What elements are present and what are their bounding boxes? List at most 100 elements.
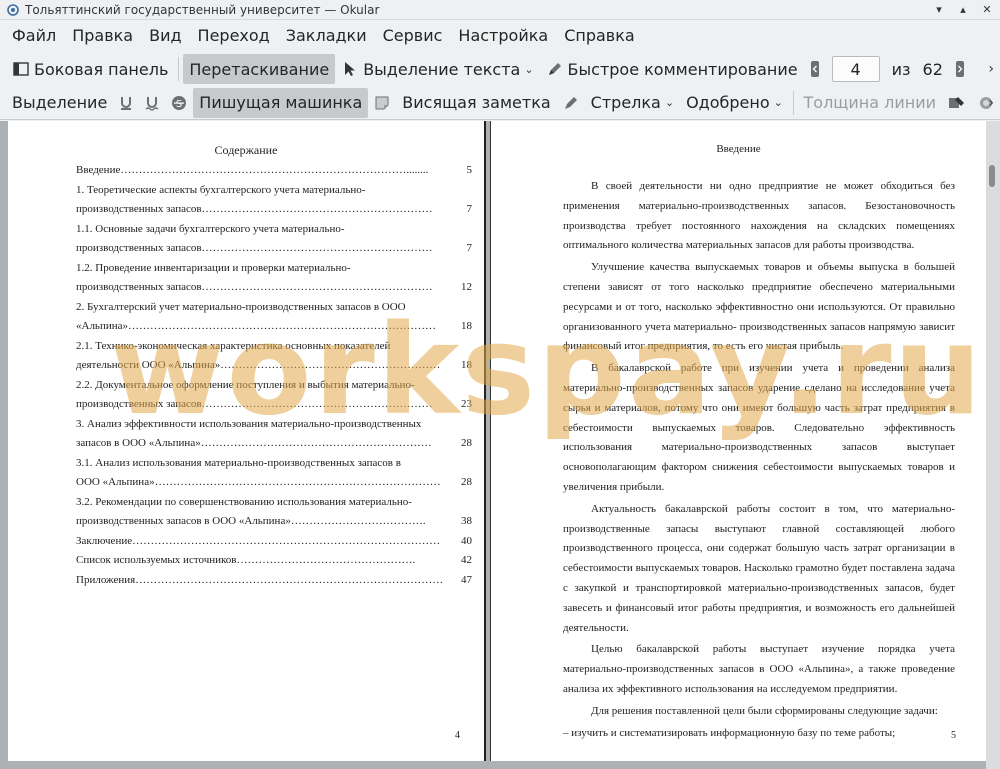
annotation-toolbar: Выделение S Пишущая машинка Висящая заме… [0,86,1000,120]
toc-row: Введение……………………………………………………………………......… [76,161,472,181]
toc-entry-page: 7 [466,203,473,215]
toc-row: 1.1. Основные задачи бухгалтерского учет… [76,220,472,240]
toc-entry-text: производственных запасов…………………………………………… [76,242,433,254]
toc-entry-page: 42 [461,554,472,566]
menu-file[interactable]: Файл [4,21,64,51]
window-controls: ▾ ▴ ✕ [932,3,994,17]
toc-entry-text: Список используемых источников…………………………… [76,554,416,566]
toc-entry-text: 1.2. Проведение инвентаризации и проверк… [76,261,351,274]
toc-row: 2.1. Технико-экономическая характеристик… [76,337,472,357]
squiggly-underline-icon[interactable] [139,88,165,118]
arrow-tool-button[interactable]: Стрелка ⌄ [585,88,680,118]
opacity-icon[interactable] [972,88,1000,118]
popup-note-tool-button[interactable]: Висящая заметка [396,88,556,118]
menu-edit[interactable]: Правка [64,21,141,51]
menu-view[interactable]: Вид [141,21,189,51]
toc-entry-page: 5 [466,164,473,176]
main-toolbar: Боковая панель Перетаскивание Выделение … [0,52,1000,86]
typewriter-tool-button[interactable]: Пишущая машинка [193,87,369,118]
minimize-icon[interactable]: ▾ [932,3,946,17]
toc-entry-text: деятельности ООО «Альпина»……………………………………… [76,359,441,371]
text-select-tool-button[interactable]: Выделение текста ⌄ [335,54,539,84]
maximize-icon[interactable]: ▴ [956,3,970,17]
toc-row: производственных запасов…………………………………………… [76,395,472,415]
toc-row: 2.2. Документальное оформление поступлен… [76,376,472,396]
toc-entry-text: 1. Теоретические аспекты бухгалтерского … [76,183,366,196]
menu-settings[interactable]: Настройка [450,21,556,51]
toc-entry-text: 3.1. Анализ использования материально-пр… [76,456,401,469]
toc-row: 1.2. Проведение инвентаризации и проверк… [76,259,472,279]
body-paragraph: Актуальность бакалаврской работы состоит… [563,502,955,634]
svg-text:S: S [176,99,182,110]
intro-body: В своей деятельности ни одно предприятие… [563,177,955,745]
toolbar-overflow-icon[interactable]: › [988,61,994,77]
toc-entry-page: 28 [461,476,472,488]
toolbar-separator [792,90,794,115]
chevron-down-icon[interactable]: ⌄ [774,96,783,109]
underline-icon[interactable] [113,88,139,118]
scrollbar-thumb[interactable] [989,165,995,187]
toc-entry-page: 47 [461,573,472,586]
quick-annotation-button[interactable]: Быстрое комментирование [540,54,804,84]
document-view[interactable]: Содержание Введение………………………………………………………… [0,121,1000,769]
intro-heading: Введение [716,143,761,155]
strikeout-icon[interactable]: S [165,88,193,118]
toc-entry-text: 3.2. Рекомендации по совершенствованию и… [76,495,412,508]
chevron-down-icon[interactable]: ⌄ [665,96,674,109]
body-paragraph: Целью бакалаврской работы выступает изуч… [563,643,955,695]
toc-row: 3.1. Анализ использования материально-пр… [76,454,472,474]
highlight-tool-button[interactable]: Выделение [6,88,113,118]
toc-entry-text: 2. Бухгалтерский учет материально-произв… [76,300,406,313]
menu-tools[interactable]: Сервис [375,21,451,51]
document-page-right: Введение В своей деятельности ни одно пр… [490,121,986,761]
body-paragraph: Для решения поставленной цели были сформ… [591,704,938,717]
previous-page-icon[interactable] [804,54,826,84]
stamp-tool-button[interactable]: Одобрено ⌄ [680,88,789,118]
toc-row: производственных запасов…………………………………………… [76,200,472,220]
toc-heading: Содержание [214,143,278,157]
toc-row: деятельности ООО «Альпина»……………………………………… [76,356,472,376]
toc-entry-page: 28 [461,437,472,449]
toc-row: производственных запасов…………………………………………… [76,278,472,298]
toc-entry-page: 18 [461,359,472,371]
menu-go[interactable]: Переход [190,21,278,51]
toc-entry-text: производственных запасов…………………………………………… [76,281,433,293]
page-number-input[interactable] [831,56,880,82]
browse-tool-button[interactable]: Перетаскивание [183,54,336,84]
note-icon[interactable] [368,88,396,118]
toc-row: 2. Бухгалтерский учет материально-произв… [76,298,472,318]
toc-entry-text: ООО «Альпина»…………………………………………………………………… [76,476,441,488]
toc-entry-text: Введение……………………………………………………………………......… [76,164,429,176]
toc-entry-text: запасов в ООО «Альпина»……………………………………………… [76,437,432,449]
page-number-left: 4 [455,730,460,741]
okular-app-icon [6,3,20,17]
sidebar-label: Боковая панель [34,59,169,79]
toc-row: производственных запасов в ООО «Альпина»… [76,512,472,532]
color-picker-icon[interactable] [942,88,972,118]
toc-row: Список используемых источников…………………………… [76,551,472,571]
toc-entry-page: 23 [461,398,472,410]
toolbar-overflow-icon[interactable]: › [988,95,994,111]
line-width-button[interactable]: Толщина линии [798,88,943,118]
toc-entry-page: 18 [461,320,472,332]
chevron-down-icon[interactable]: ⌄ [524,63,533,76]
toc-entry-page: 40 [461,534,472,547]
highlight-label: Выделение [12,93,108,112]
sidebar-button[interactable]: Боковая панель [6,54,174,84]
vertical-scrollbar[interactable] [986,121,1000,769]
typewriter-label: Пишущая машинка [199,93,363,112]
next-page-icon[interactable] [949,54,971,84]
toc-entry-text: 3. Анализ эффективности использования ма… [76,417,422,430]
line-width-label: Толщина линии [803,93,937,112]
menu-help[interactable]: Справка [556,21,643,51]
body-paragraph: Улучшение качества выпускаемых товаров и… [563,261,955,353]
toc-entry-text: производственных запасов…………………………………………… [76,398,433,410]
menu-bookmarks[interactable]: Закладки [278,21,375,51]
window-title: Тольяттинский государственный университе… [25,2,380,17]
table-of-contents: Введение……………………………………………………………………......… [76,161,472,590]
close-icon[interactable]: ✕ [980,3,994,17]
document-page-left: Содержание Введение………………………………………………………… [8,121,486,761]
page-number-right: 5 [951,730,956,741]
freehand-line-icon[interactable] [557,88,585,118]
quick-annotation-label: Быстрое комментирование [567,59,798,79]
